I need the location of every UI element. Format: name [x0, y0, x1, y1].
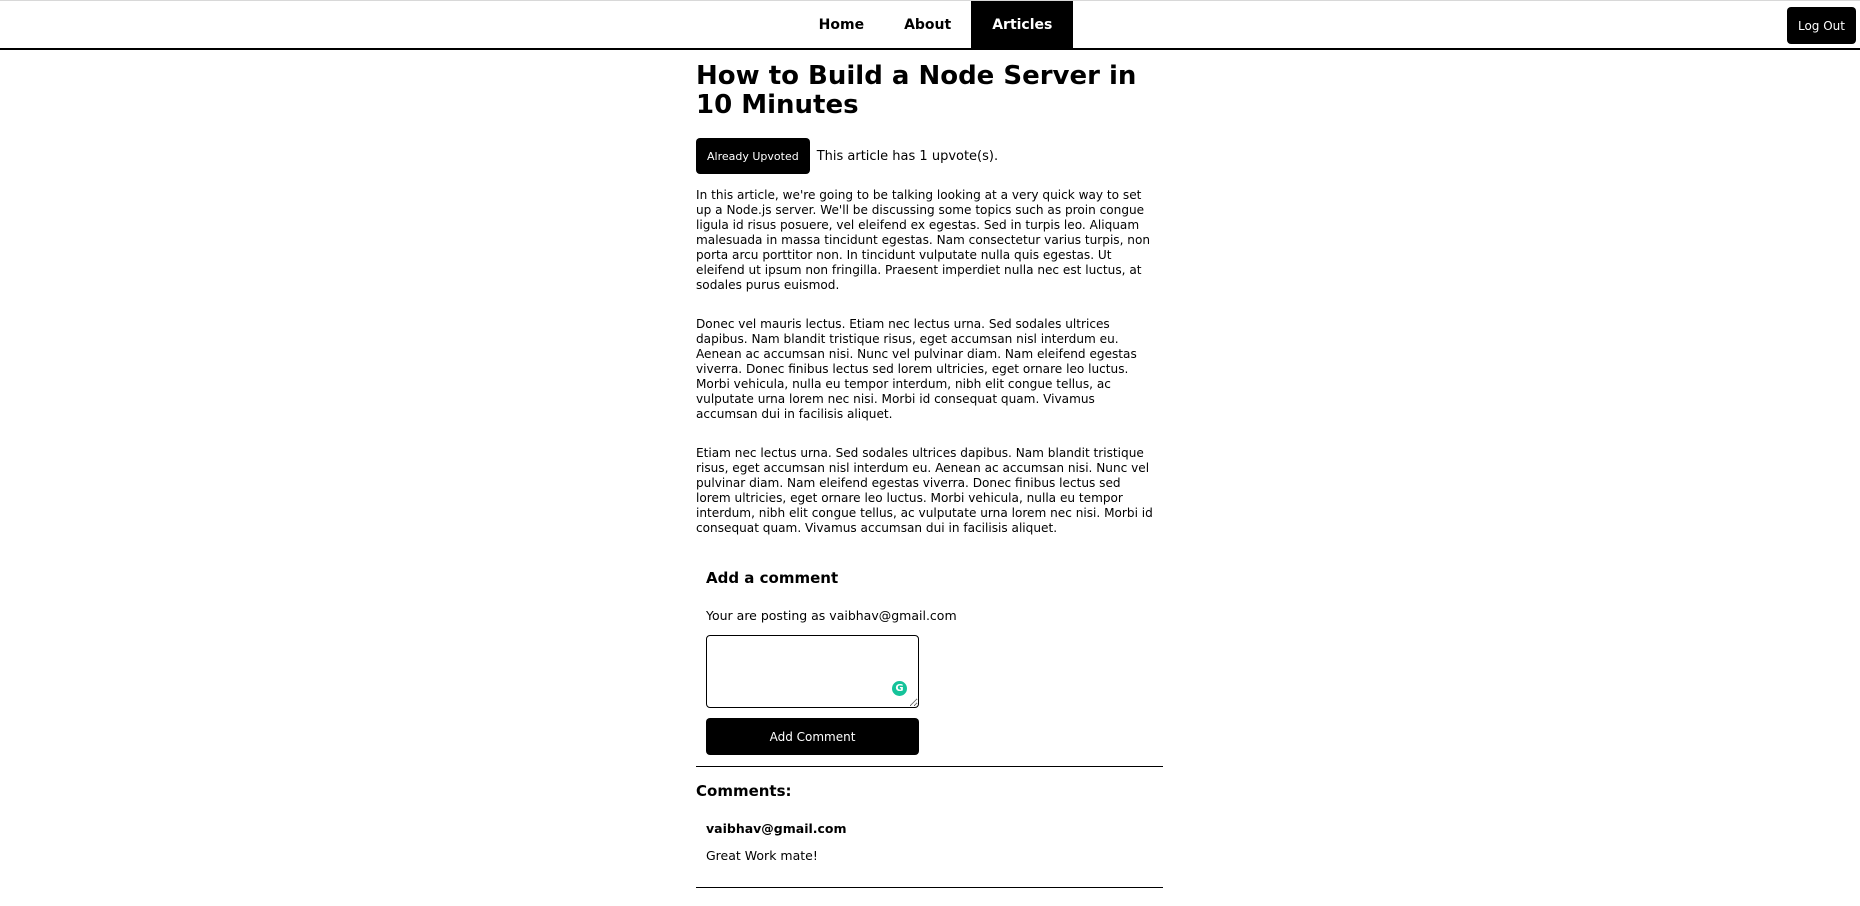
add-comment-button[interactable]: Add Comment: [706, 718, 919, 755]
article-paragraph: Donec vel mauris lectus. Etiam nec lectu…: [696, 317, 1137, 421]
comment-text: Great Work mate!: [706, 848, 818, 863]
comment-textarea-wrapper: G: [706, 635, 919, 708]
posting-as-text: Your are posting as vaibhav@gmail.com: [706, 608, 957, 623]
article-page: How to Build a Node Server in 10 Minutes…: [696, 62, 1163, 888]
divider: [696, 887, 1163, 888]
grammarly-icon[interactable]: G: [892, 681, 907, 696]
divider: [696, 766, 1163, 767]
nav-link-about[interactable]: About: [884, 1, 971, 48]
comment-form-title: Add a comment: [706, 569, 839, 587]
article-title: How to Build a Node Server in 10 Minutes: [696, 61, 1137, 120]
nav-links: Home About Articles: [0, 1, 1860, 49]
comment-item: vaibhav@gmail.com Great Work mate!: [696, 821, 1163, 863]
article-paragraph: Etiam nec lectus urna. Sed sodales ultri…: [696, 446, 1153, 535]
nav-link-articles[interactable]: Articles: [971, 1, 1074, 48]
upvote-button[interactable]: Already Upvoted: [696, 138, 810, 174]
upvote-count-text: This article has 1 upvote(s).: [816, 148, 999, 164]
article-paragraph: In this article, we're going to be talki…: [696, 188, 1151, 292]
comment-textarea[interactable]: [706, 635, 919, 708]
nav-link-home[interactable]: Home: [799, 1, 884, 48]
upvote-row: Already Upvoted This article has 1 upvot…: [696, 138, 1163, 174]
navbar: Home About Articles Log Out: [0, 0, 1860, 50]
comments-heading: Comments:: [696, 782, 792, 800]
comment-author: vaibhav@gmail.com: [706, 821, 847, 836]
comment-form: Add a comment Your are posting as vaibha…: [696, 569, 1163, 755]
logout-button[interactable]: Log Out: [1786, 7, 1856, 44]
